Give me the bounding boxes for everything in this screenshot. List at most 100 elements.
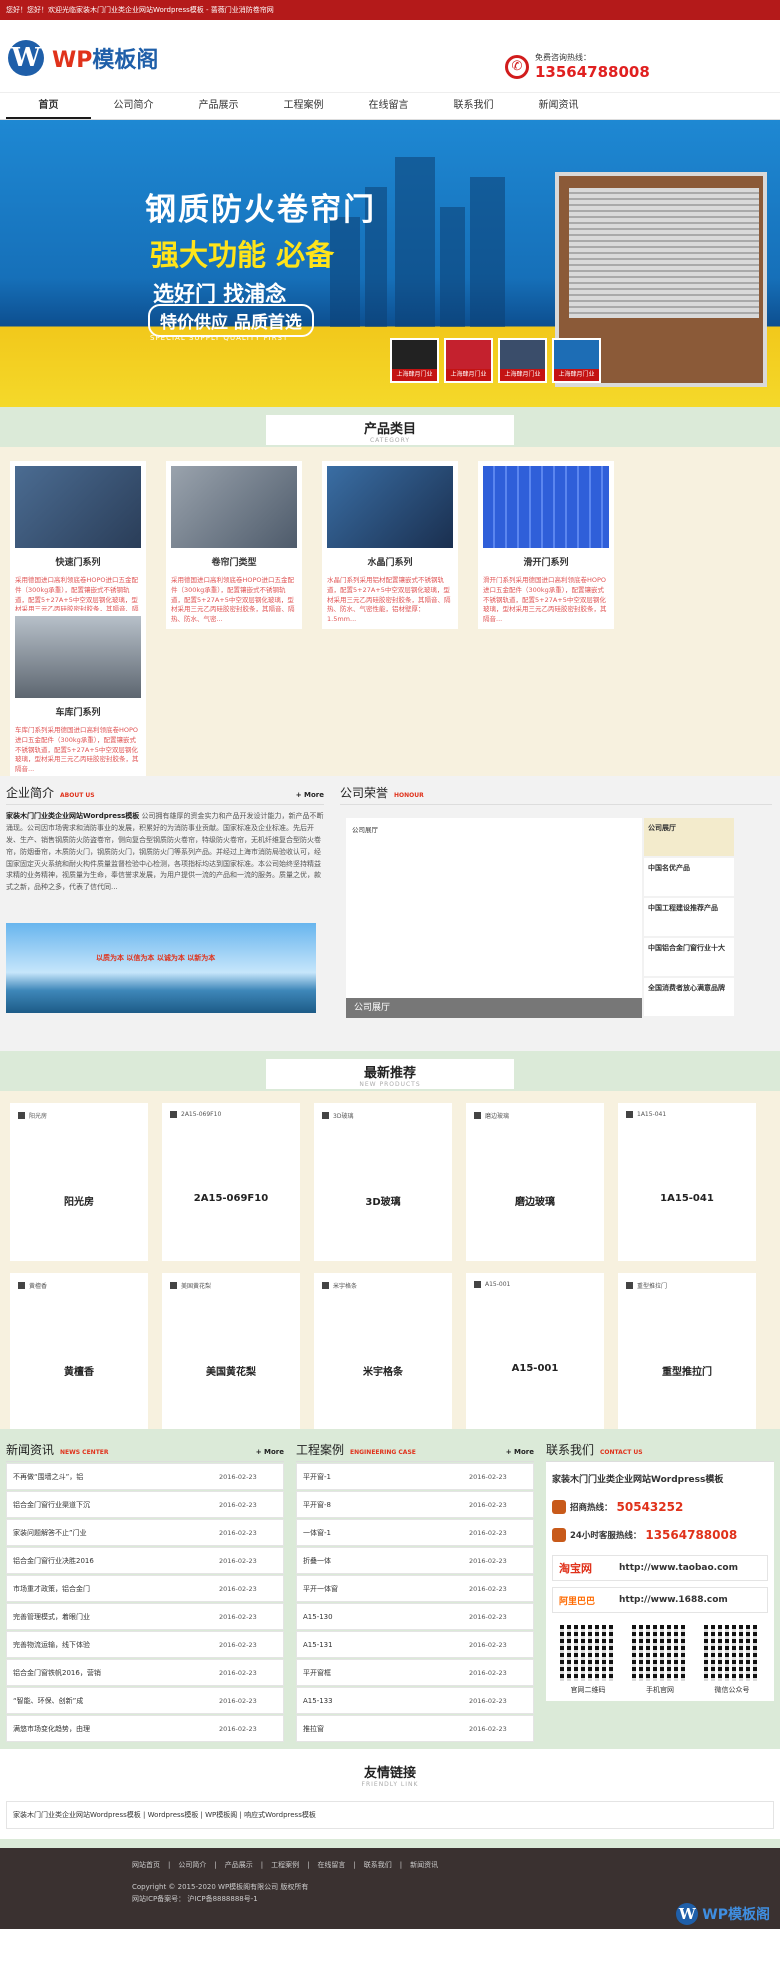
honor-main-image[interactable]: 公司展厅 公司展厅	[346, 818, 642, 1018]
new-product-title[interactable]: 阳光房	[10, 1193, 148, 1208]
new-product-card[interactable]: A15-001 A15-001	[466, 1273, 604, 1431]
footer-nav-link[interactable]: 在线留言	[317, 1861, 345, 1869]
new-product-card[interactable]: 美国黄花梨 美国黄花梨	[162, 1273, 300, 1431]
about-more-link[interactable]: + More	[296, 791, 324, 799]
list-item-title[interactable]: 平开一体窗	[303, 1584, 469, 1594]
new-product-title[interactable]: 3D玻璃	[314, 1193, 452, 1208]
list-item-title[interactable]: 市场重才政策，铝合金门	[13, 1584, 219, 1594]
list-item[interactable]: 一体窗-1 2016-02-23	[296, 1519, 534, 1546]
new-product-card[interactable]: 1A15-041 1A15-041	[618, 1103, 756, 1261]
list-item[interactable]: 完善物流运输，线下体验 2016-02-23	[6, 1631, 284, 1658]
new-product-title[interactable]: 黄檀香	[10, 1363, 148, 1378]
product-name[interactable]: 车库门系列	[15, 705, 141, 718]
list-item[interactable]: 平开窗-1 2016-02-23	[296, 1463, 534, 1490]
honor-item[interactable]: 中国工程建设推荐产品	[644, 898, 734, 938]
list-item[interactable]: 平开一体窗 2016-02-23	[296, 1575, 534, 1602]
list-item[interactable]: A15-133 2016-02-23	[296, 1687, 534, 1714]
list-item-title[interactable]: 完善管理模式，着眼门业	[13, 1612, 219, 1622]
footer-nav-link[interactable]: 工程案例	[271, 1861, 299, 1869]
list-item[interactable]: 市场重才政策，铝合金门 2016-02-23	[6, 1575, 284, 1602]
new-product-card[interactable]: 磨边玻璃 磨边玻璃	[466, 1103, 604, 1261]
list-item[interactable]: 铝合金门窗铁帆2016，营销 2016-02-23	[6, 1659, 284, 1686]
banner-thumb[interactable]: 上海肆月门业	[444, 338, 493, 383]
nav-item-home[interactable]: 首页	[6, 93, 91, 119]
news-more-link[interactable]: + More	[256, 1448, 284, 1456]
list-item-title[interactable]: 铝合金门窗铁帆2016，营销	[13, 1668, 219, 1678]
list-item-title[interactable]: 一体窗-1	[303, 1528, 469, 1538]
new-product-title[interactable]: 磨边玻璃	[466, 1193, 604, 1208]
list-item-title[interactable]: 不再做“围墙之斗”，铝	[13, 1472, 219, 1482]
new-product-title[interactable]: A15-001	[466, 1363, 604, 1374]
product-card[interactable]: 车库门系列 车库门系列采用德国进口高利领底卷HOPO进口五金配件（300kg承重…	[10, 611, 146, 779]
site-logo[interactable]: W WP模板阁	[8, 40, 158, 76]
footer-nav-link[interactable]: 公司简介	[178, 1861, 206, 1869]
nav-item-cases[interactable]: 工程案例	[261, 93, 346, 119]
product-card[interactable]: 水晶门系列 水晶门系列采用铝材配置镶嵌式不锈钢轨道，配置5+27A+5中空双层钢…	[322, 461, 458, 629]
new-product-title[interactable]: 1A15-041	[618, 1193, 756, 1204]
list-item-title[interactable]: 完善物流运输，线下体验	[13, 1640, 219, 1650]
product-name[interactable]: 卷帘门类型	[171, 555, 297, 568]
nav-item-news[interactable]: 新闻资讯	[516, 93, 601, 119]
honor-item[interactable]: 公司展厅	[644, 818, 734, 858]
footer-nav-link[interactable]: 联系我们	[364, 1861, 392, 1869]
nav-item-about[interactable]: 公司简介	[91, 93, 176, 119]
new-product-card[interactable]: 重型推拉门 重型推拉门	[618, 1273, 756, 1431]
new-product-card[interactable]: 2A15-069F10 2A15-069F10	[162, 1103, 300, 1261]
nav-item-products[interactable]: 产品展示	[176, 93, 261, 119]
new-product-title[interactable]: 美国黄花梨	[162, 1363, 300, 1378]
cases-more-link[interactable]: + More	[506, 1448, 534, 1456]
footer-logo[interactable]: W WP模板阁	[676, 1903, 770, 1925]
nav-item-contact[interactable]: 联系我们	[431, 93, 516, 119]
hero-banner[interactable]: 钢质防火卷帘门 强大功能 必备 选好门 找浦念 特价供应 品质首选 SPECIA…	[0, 120, 780, 407]
honor-item[interactable]: 中国名优产品	[644, 858, 734, 898]
honor-item[interactable]: 中国铝合金门窗行业十大	[644, 938, 734, 978]
list-item-title[interactable]: A15-131	[303, 1641, 469, 1649]
list-item-title[interactable]: 平开窗框	[303, 1668, 469, 1678]
list-item-title[interactable]: 家装问题解答不止”门业	[13, 1528, 219, 1538]
honor-item[interactable]: 全国消费者放心满意品牌	[644, 978, 734, 1018]
new-product-card[interactable]: 阳光房 阳光房	[10, 1103, 148, 1261]
alibaba-link[interactable]: 阿里巴巴 http://www.1688.com	[552, 1587, 768, 1613]
list-item[interactable]: 铝合金门窗行业决胜2016 2016-02-23	[6, 1547, 284, 1574]
taobao-link[interactable]: 淘宝网 http://www.taobao.com	[552, 1555, 768, 1581]
new-product-card[interactable]: 3D玻璃 3D玻璃	[314, 1103, 452, 1261]
list-item[interactable]: 铝合金门窗行业渠道下沉 2016-02-23	[6, 1491, 284, 1518]
list-item[interactable]: 推拉窗 2016-02-23	[296, 1715, 534, 1742]
banner-thumb[interactable]: 上海肆月门业	[390, 338, 439, 383]
footer-nav-link[interactable]: 新闻资讯	[410, 1861, 438, 1869]
list-item[interactable]: 完善管理模式，着眼门业 2016-02-23	[6, 1603, 284, 1630]
list-item-title[interactable]: 满悠市场变化趋势，由理	[13, 1724, 219, 1734]
list-item[interactable]: “智能、环保、创新”成 2016-02-23	[6, 1687, 284, 1714]
new-product-title[interactable]: 2A15-069F10	[162, 1193, 300, 1204]
footer-nav-link[interactable]: 网站首页	[132, 1861, 160, 1869]
list-item[interactable]: 不再做“围墙之斗”，铝 2016-02-23	[6, 1463, 284, 1490]
list-item-title[interactable]: A15-130	[303, 1613, 469, 1621]
list-item[interactable]: 折叠一体 2016-02-23	[296, 1547, 534, 1574]
new-product-title[interactable]: 重型推拉门	[618, 1363, 756, 1378]
list-item-title[interactable]: “智能、环保、创新”成	[13, 1696, 219, 1706]
product-card[interactable]: 快速门系列 采用德国进口高利领底卷HOPO进口五金配件（300kg承重），配置镶…	[10, 461, 146, 629]
nav-item-message[interactable]: 在线留言	[346, 93, 431, 119]
banner-thumb[interactable]: 上海肆月门业	[552, 338, 601, 383]
friend-links[interactable]: 家装木门门业类企业网站Wordpress模板 | Wordpress模板 | W…	[6, 1801, 774, 1829]
new-product-card[interactable]: 米宇格条 米宇格条	[314, 1273, 452, 1431]
new-product-card[interactable]: 黄檀香 黄檀香	[10, 1273, 148, 1431]
product-card[interactable]: 卷帘门类型 采用德国进口高利领底卷HOPO进口五金配件（300kg承重），配置镶…	[166, 461, 302, 629]
list-item[interactable]: A15-130 2016-02-23	[296, 1603, 534, 1630]
list-item[interactable]: 平开窗框 2016-02-23	[296, 1659, 534, 1686]
list-item[interactable]: A15-131 2016-02-23	[296, 1631, 534, 1658]
list-item-title[interactable]: 推拉窗	[303, 1724, 469, 1734]
list-item-title[interactable]: 铝合金门窗行业渠道下沉	[13, 1500, 219, 1510]
list-item-title[interactable]: A15-133	[303, 1697, 469, 1705]
list-item[interactable]: 满悠市场变化趋势，由理 2016-02-23	[6, 1715, 284, 1742]
product-card[interactable]: 滑开门系列 滑开门系列采用德国进口高利领底卷HOPO进口五金配件（300kg承重…	[478, 461, 614, 629]
list-item[interactable]: 平开窗-8 2016-02-23	[296, 1491, 534, 1518]
product-name[interactable]: 快速门系列	[15, 555, 141, 568]
footer-nav-link[interactable]: 产品展示	[225, 1861, 253, 1869]
list-item-title[interactable]: 铝合金门窗行业决胜2016	[13, 1556, 219, 1566]
new-product-title[interactable]: 米宇格条	[314, 1363, 452, 1378]
list-item[interactable]: 家装问题解答不止”门业 2016-02-23	[6, 1519, 284, 1546]
list-item-title[interactable]: 折叠一体	[303, 1556, 469, 1566]
list-item-title[interactable]: 平开窗-1	[303, 1472, 469, 1482]
product-name[interactable]: 滑开门系列	[483, 555, 609, 568]
